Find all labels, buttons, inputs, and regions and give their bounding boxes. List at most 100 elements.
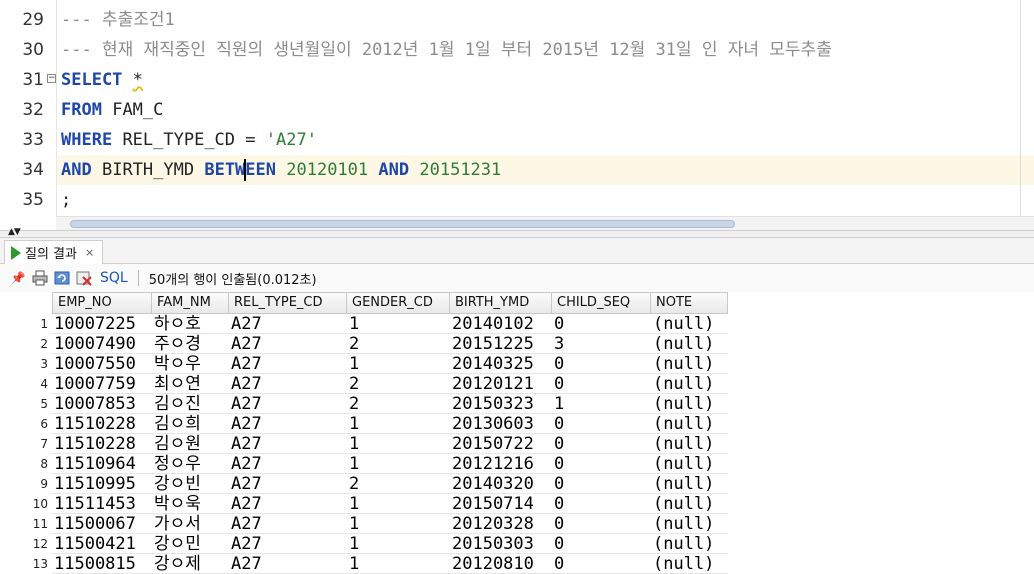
table-cell[interactable]: 1 [552, 394, 651, 414]
table-cell[interactable]: 0 [552, 314, 651, 334]
table-cell[interactable]: (null) [651, 554, 728, 574]
code-area[interactable]: --- 추출조건1 --- 현재 재직중인 직원의 생년월일이 2012년 1월… [57, 5, 1034, 215]
table-cell[interactable]: (null) [651, 474, 728, 494]
table-row[interactable]: 12 11500421 강ㅇ민 A27 1 20150303 0 (null) [0, 534, 728, 554]
fold-toggle-icon[interactable]: − [47, 74, 56, 83]
table-cell[interactable]: 박ㅇ우 [152, 354, 229, 374]
table-cell[interactable]: A27 [229, 314, 347, 334]
table-cell[interactable]: 20121216 [450, 454, 552, 474]
table-cell[interactable]: 0 [552, 434, 651, 454]
column-header[interactable]: FAM_NM [152, 292, 229, 314]
table-cell[interactable]: 정ㅇ우 [152, 454, 229, 474]
table-cell[interactable]: (null) [651, 434, 728, 454]
print-icon[interactable] [32, 270, 48, 286]
table-cell[interactable]: (null) [651, 354, 728, 374]
pane-splitter[interactable]: ▲▼ [0, 227, 1034, 238]
table-cell[interactable]: 1 [347, 454, 450, 474]
tab-query-result[interactable]: 질의 결과 × [4, 240, 104, 264]
table-cell[interactable]: 20150722 [450, 434, 552, 454]
code-line-between[interactable]: AND BIRTH_YMD BETWEEN 20120101 AND 20151… [57, 155, 1034, 185]
column-header[interactable]: CHILD_SEQ [552, 292, 651, 314]
column-header[interactable]: GENDER_CD [347, 292, 450, 314]
table-cell[interactable]: 20150303 [450, 534, 552, 554]
table-cell[interactable]: 1 [347, 554, 450, 574]
column-header[interactable]: REL_TYPE_CD [229, 292, 347, 314]
table-cell[interactable]: A27 [229, 494, 347, 514]
table-cell[interactable]: 가ㅇ서 [152, 514, 229, 534]
result-grid[interactable]: EMP_NO FAM_NM REL_TYPE_CD GENDER_CD BIRTH_YM… [0, 292, 1034, 574]
table-cell[interactable]: A27 [229, 414, 347, 434]
table-cell[interactable]: 0 [552, 354, 651, 374]
table-cell[interactable]: 강ㅇ민 [152, 534, 229, 554]
table-cell[interactable]: 2 [347, 374, 450, 394]
table-cell[interactable]: 20151225 [450, 334, 552, 354]
table-cell[interactable]: 10007759 [52, 374, 152, 394]
scrollbar-thumb[interactable] [70, 220, 735, 228]
table-cell[interactable]: 11500067 [52, 514, 152, 534]
table-row[interactable]: 13 11500815 강ㅇ제 A27 1 20120810 0 (null) [0, 554, 728, 574]
table-cell[interactable]: 주ㅇ경 [152, 334, 229, 354]
table-cell[interactable]: (null) [651, 374, 728, 394]
cancel-query-icon[interactable] [76, 270, 92, 286]
table-cell[interactable]: 11510995 [52, 474, 152, 494]
table-cell[interactable]: (null) [651, 414, 728, 434]
code-line-select[interactable]: SELECT * [61, 65, 1034, 95]
column-header[interactable]: NOTE [651, 292, 728, 314]
refresh-icon[interactable] [54, 270, 70, 286]
table-cell[interactable]: A27 [229, 354, 347, 374]
table-cell[interactable]: 0 [552, 494, 651, 514]
table-row[interactable]: 2 10007490 주ㅇ경 A27 2 20151225 3 (null) [0, 334, 728, 354]
table-cell[interactable]: 1 [347, 494, 450, 514]
table-row[interactable]: 6 11510228 김ㅇ희 A27 1 20130603 0 (null) [0, 414, 728, 434]
table-row[interactable]: 10 11511453 박ㅇ욱 A27 1 20150714 0 (null) [0, 494, 728, 514]
table-cell[interactable]: 11510964 [52, 454, 152, 474]
table-row[interactable]: 9 11510995 강ㅇ빈 A27 2 20140320 0 (null) [0, 474, 728, 494]
column-header[interactable]: EMP_NO [52, 292, 152, 314]
table-cell[interactable]: 20150323 [450, 394, 552, 414]
table-cell[interactable]: 박ㅇ욱 [152, 494, 229, 514]
table-cell[interactable]: 0 [552, 374, 651, 394]
table-cell[interactable]: 1 [347, 514, 450, 534]
sql-button[interactable]: SQL [100, 270, 128, 286]
table-cell[interactable]: 20150714 [450, 494, 552, 514]
code-line-terminator[interactable]: ; [61, 185, 1034, 215]
table-cell[interactable]: 2 [347, 474, 450, 494]
table-cell[interactable]: 0 [552, 414, 651, 434]
table-cell[interactable]: A27 [229, 474, 347, 494]
table-cell[interactable]: (null) [651, 494, 728, 514]
table-cell[interactable]: (null) [651, 314, 728, 334]
table-cell[interactable]: 10007853 [52, 394, 152, 414]
table-cell[interactable]: 10007550 [52, 354, 152, 374]
table-cell[interactable]: 20120328 [450, 514, 552, 534]
table-row[interactable]: 3 10007550 박ㅇ우 A27 1 20140325 0 (null) [0, 354, 728, 374]
table-cell[interactable]: A27 [229, 334, 347, 354]
table-row[interactable]: 1 10007225 하ㅇ호 A27 1 20140102 0 (null) [0, 314, 728, 334]
table-cell[interactable]: 김ㅇ희 [152, 414, 229, 434]
table-cell[interactable]: 0 [552, 534, 651, 554]
table-cell[interactable]: 2 [347, 334, 450, 354]
close-icon[interactable]: × [85, 246, 94, 259]
table-cell[interactable]: 10007490 [52, 334, 152, 354]
table-cell[interactable]: 강ㅇ빈 [152, 474, 229, 494]
table-cell[interactable]: 김ㅇ진 [152, 394, 229, 414]
table-cell[interactable]: 김ㅇ원 [152, 434, 229, 454]
code-line-from[interactable]: FROM FAM_C [61, 95, 1034, 125]
table-cell[interactable]: A27 [229, 454, 347, 474]
table-cell[interactable]: 20140320 [450, 474, 552, 494]
table-cell[interactable]: 2 [347, 394, 450, 414]
table-row[interactable]: 5 10007853 김ㅇ진 A27 2 20150323 1 (null) [0, 394, 728, 414]
table-cell[interactable]: 0 [552, 514, 651, 534]
table-cell[interactable]: 20130603 [450, 414, 552, 434]
table-cell[interactable]: 0 [552, 454, 651, 474]
table-cell[interactable]: 0 [552, 474, 651, 494]
table-cell[interactable]: (null) [651, 394, 728, 414]
table-cell[interactable]: 최ㅇ연 [152, 374, 229, 394]
table-cell[interactable]: 1 [347, 354, 450, 374]
table-cell[interactable]: A27 [229, 394, 347, 414]
table-row[interactable]: 11 11500067 가ㅇ서 A27 1 20120328 0 (null) [0, 514, 728, 534]
table-cell[interactable]: 20120810 [450, 554, 552, 574]
table-cell[interactable]: 0 [552, 554, 651, 574]
pin-icon[interactable]: 📌 [10, 270, 26, 286]
table-cell[interactable]: 11500815 [52, 554, 152, 574]
table-cell[interactable]: 11511453 [52, 494, 152, 514]
